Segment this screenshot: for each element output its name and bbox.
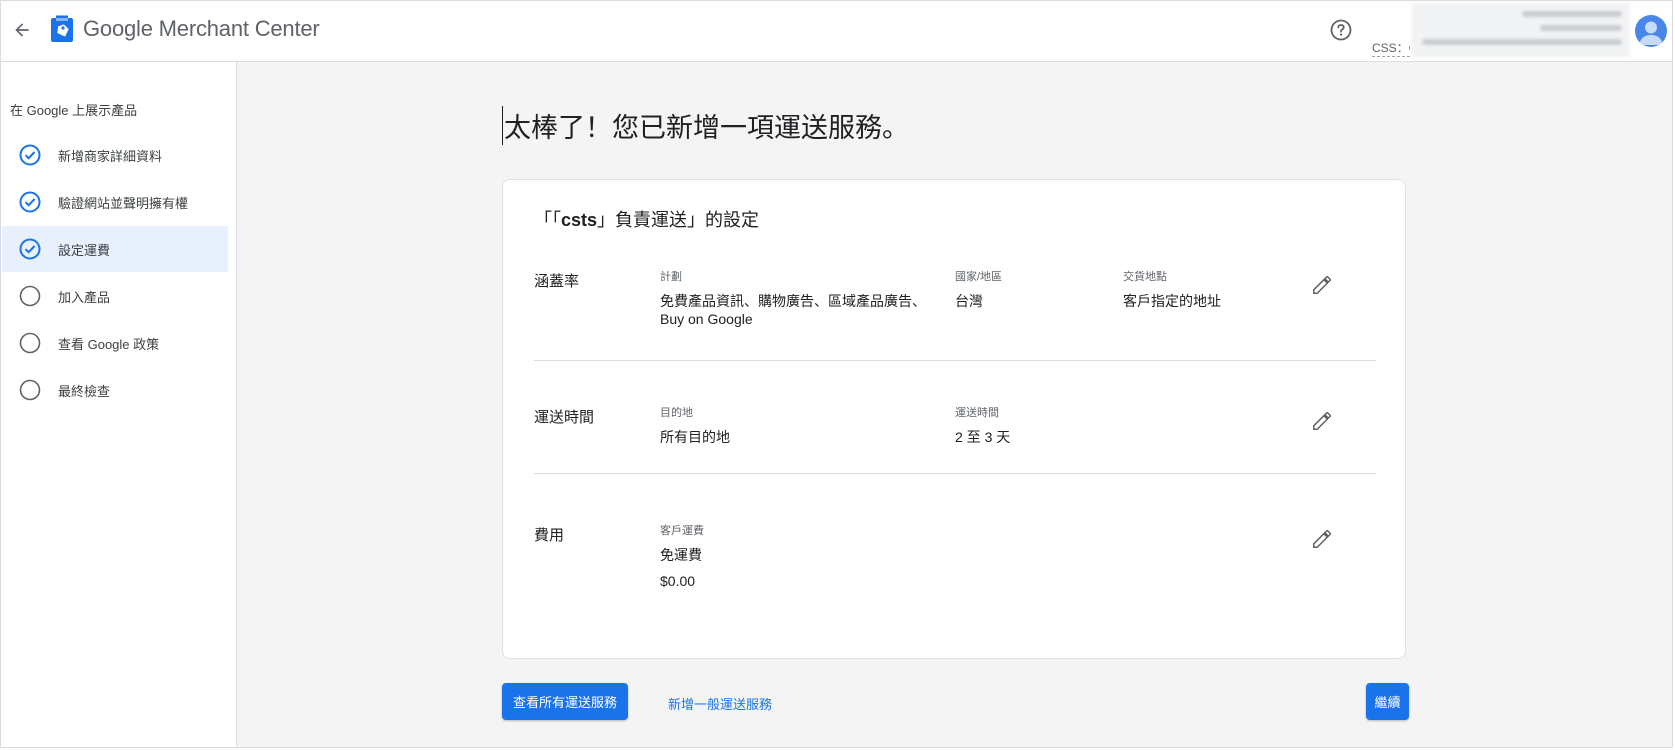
delivery-location-key: 交貨地點 xyxy=(1123,271,1167,283)
account-info[interactable] xyxy=(1412,3,1630,57)
customer-shipping-key: 客戶運費 xyxy=(660,525,704,537)
cost-heading: 費用 xyxy=(534,527,565,544)
delivery-location-value: 客戶指定的地址 xyxy=(1123,293,1221,309)
app-title-product: Merchant Center xyxy=(158,16,320,41)
delivery-time-section: 運送時間 目的地 所有目的地 運送時間 2 至 3 天 xyxy=(534,404,1376,484)
card-title-service: csts xyxy=(561,210,598,230)
card-title: 「「csts」負責運送」的設定 xyxy=(534,206,759,232)
transit-time-key: 運送時間 xyxy=(955,407,999,419)
transit-time-column: 運送時間 2 至 3 天 xyxy=(955,404,1155,446)
destination-column: 目的地 所有目的地 xyxy=(660,404,940,446)
user-avatar-icon xyxy=(1639,21,1663,45)
merchant-center-logo xyxy=(51,15,73,42)
divider xyxy=(534,473,1376,474)
plan-key: 計劃 xyxy=(660,271,682,283)
step-add-products[interactable]: 加入產品 xyxy=(2,273,228,319)
step-shipping[interactable]: 設定運費 xyxy=(2,226,228,272)
app-title: Google Merchant Center xyxy=(83,16,320,42)
coverage-section: 涵蓋率 計劃 免費產品資訊、購物廣告、區域產品廣告、Buy on Google … xyxy=(534,268,1376,358)
check-circle-icon xyxy=(19,191,41,213)
customer-shipping-column: 客戶運費 免運費 $0.00 xyxy=(660,522,940,590)
page-title: 太棒了！您已新增一項運送服務。 xyxy=(502,106,909,145)
sidebar-heading: 在 Google 上展示產品 xyxy=(10,103,138,118)
destination-value: 所有目的地 xyxy=(660,429,730,445)
card-title-prefix: 「「 xyxy=(534,210,561,230)
back-button[interactable] xyxy=(5,13,39,47)
empty-circle-icon xyxy=(19,379,41,401)
top-app-bar: Google Merchant Center CSS：C xyxy=(1,1,1672,62)
country-column: 國家/地區 台灣 xyxy=(955,268,1105,310)
step-label: 新增商家詳細資料 xyxy=(58,148,163,164)
country-value: 台灣 xyxy=(955,293,983,309)
step-label: 驗證網站並聲明擁有權 xyxy=(58,195,189,211)
delivery-time-heading: 運送時間 xyxy=(534,409,595,426)
avatar[interactable] xyxy=(1635,15,1667,47)
plan-value: 免費產品資訊、購物廣告、區域產品廣告、Buy on Google xyxy=(660,293,926,327)
shipping-amount-value: $0.00 xyxy=(660,573,696,589)
setup-sidebar: 在 Google 上展示產品 新增商家詳細資料 驗證網站並聲明擁有權 設定運費 xyxy=(1,62,237,747)
step-label: 查看 Google 政策 xyxy=(58,336,160,352)
check-circle-icon xyxy=(19,238,41,260)
step-verify-website[interactable]: 驗證網站並聲明擁有權 xyxy=(2,179,228,225)
help-circle-icon xyxy=(1330,19,1352,41)
destination-key: 目的地 xyxy=(660,407,693,419)
check-circle-icon xyxy=(19,144,41,166)
card-title-suffix: 」負責運送」的設定 xyxy=(597,210,760,230)
help-button[interactable] xyxy=(1328,17,1354,43)
transit-time-value: 2 至 3 天 xyxy=(955,429,1011,445)
pencil-icon xyxy=(1313,412,1331,430)
app-title-brand: Google xyxy=(83,16,153,41)
edit-coverage-button[interactable] xyxy=(1310,273,1334,297)
view-all-shipping-button[interactable]: 查看所有運送服務 xyxy=(502,683,628,720)
app-window: Google Merchant Center CSS：C 在 Google 上展… xyxy=(0,0,1673,748)
free-shipping-value: 免運費 xyxy=(660,547,702,563)
shipping-settings-card: 「「csts」負責運送」的設定 涵蓋率 計劃 免費產品資訊、購物廣告、區域產品廣… xyxy=(502,179,1406,659)
edit-cost-button[interactable] xyxy=(1310,527,1334,551)
cost-section: 費用 客戶運費 免運費 $0.00 xyxy=(534,522,1376,622)
add-general-shipping-link[interactable]: 新增一般運送服務 xyxy=(668,694,772,713)
step-label: 加入產品 xyxy=(58,289,111,305)
step-final-review[interactable]: 最終檢查 xyxy=(2,367,228,413)
main-content: 太棒了！您已新增一項運送服務。 「「csts」負責運送」的設定 涵蓋率 計劃 免… xyxy=(237,62,1672,747)
step-label: 設定運費 xyxy=(58,242,111,258)
pencil-icon xyxy=(1313,530,1331,548)
empty-circle-icon xyxy=(19,285,41,307)
continue-button[interactable]: 繼續 xyxy=(1366,683,1409,720)
country-key: 國家/地區 xyxy=(955,271,1003,283)
step-label: 最終檢查 xyxy=(58,383,111,399)
css-label[interactable]: CSS：C xyxy=(1372,39,1410,57)
step-google-policies[interactable]: 查看 Google 政策 xyxy=(2,320,228,366)
arrow-back-icon xyxy=(15,23,29,37)
coverage-heading: 涵蓋率 xyxy=(534,273,580,290)
delivery-location-column: 交貨地點 客戶指定的地址 xyxy=(1123,268,1293,310)
step-business-info[interactable]: 新增商家詳細資料 xyxy=(2,132,228,178)
divider xyxy=(534,360,1376,361)
pencil-icon xyxy=(1313,276,1331,294)
empty-circle-icon xyxy=(19,332,41,354)
edit-delivery-time-button[interactable] xyxy=(1310,409,1334,433)
plan-column: 計劃 免費產品資訊、購物廣告、區域產品廣告、Buy on Google xyxy=(660,268,940,328)
